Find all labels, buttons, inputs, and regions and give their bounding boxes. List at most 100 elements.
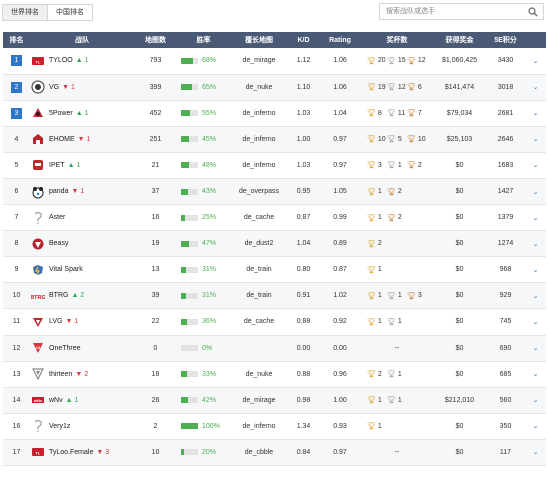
chevron-down-icon[interactable]: ⌄ — [533, 267, 539, 274]
chevron-down-icon[interactable]: ⌄ — [533, 293, 539, 300]
5power-logo[interactable] — [31, 106, 45, 120]
table-row[interactable]: 17 TL TyLoo.Female ▼ 3 10 20% de_cbble 0… — [3, 439, 546, 467]
cell-expand[interactable]: ⌄ — [525, 439, 546, 467]
col-trophies[interactable]: 奖杯数 — [361, 32, 433, 48]
table-row[interactable]: 4 EHOME ▼ 1 251 45% de_inferno 1.00 0.97… — [3, 126, 546, 153]
table-row[interactable]: 6 panda ▼ 1 37 43% de_overpass 0.95 1.05… — [3, 178, 546, 206]
table-row[interactable]: 3 5Power ▲ 1 452 55% de_inferno 1.03 1.0… — [3, 100, 546, 127]
chevron-down-icon[interactable]: ⌄ — [533, 215, 539, 222]
chevron-down-icon[interactable]: ⌄ — [533, 136, 539, 143]
cell-team[interactable]: 13 OneThree — [30, 335, 134, 362]
cell-expand[interactable]: ⌄ — [525, 361, 546, 388]
cell-expand[interactable]: ⌄ — [525, 308, 546, 336]
cell-expand[interactable]: ⌄ — [525, 204, 546, 232]
cell-expand[interactable]: ⌄ — [525, 178, 546, 206]
team-name[interactable]: VG — [49, 84, 59, 91]
chevron-down-icon[interactable]: ⌄ — [533, 397, 539, 404]
team-name[interactable]: IPET — [49, 162, 65, 169]
cell-team[interactable]: BTRG BTRG ▲ 2 — [30, 282, 134, 310]
cell-expand[interactable]: ⌄ — [525, 100, 546, 127]
cell-team[interactable]: EHOME ▼ 1 — [30, 126, 134, 153]
team-name[interactable]: 5Power — [49, 110, 73, 117]
tyloo-logo[interactable]: TL — [31, 54, 45, 68]
team-name[interactable]: Very1z — [49, 423, 70, 430]
chevron-down-icon[interactable]: ⌄ — [533, 162, 539, 169]
team-name[interactable]: Beasy — [49, 240, 68, 247]
vg-logo[interactable] — [31, 80, 45, 94]
table-row[interactable]: 8 Beasy 19 47% de_dust2 1.04 0.89 🏆︎ 2 $0… — [3, 230, 546, 258]
vitalspark-logo[interactable] — [31, 263, 45, 277]
table-row[interactable]: 7 Aster 16 25% de_cache 0.87 0.99 🏆︎ 1 🏆︎ 2… — [3, 204, 546, 232]
team-name[interactable]: OneThree — [49, 345, 81, 352]
lvg-logo[interactable] — [31, 315, 45, 329]
cell-expand[interactable]: ⌄ — [525, 387, 546, 414]
table-row[interactable]: 1 TL TYLOO ▲ 1 793 68% de_mirage 1.12 1.… — [3, 48, 546, 75]
cell-team[interactable]: Beasy — [30, 230, 134, 258]
cell-expand[interactable]: ⌄ — [525, 256, 546, 284]
col-prize[interactable]: 获得奖金 — [433, 32, 486, 48]
search-icon[interactable] — [528, 7, 538, 17]
col-kd[interactable]: K/D — [288, 32, 319, 48]
cell-team[interactable]: TL TYLOO ▲ 1 — [30, 48, 134, 75]
team-name[interactable]: Vital Spark — [49, 266, 83, 273]
tab-world-ranking[interactable]: 世界排名 — [2, 4, 48, 21]
team-name[interactable]: Aster — [49, 214, 65, 221]
team-name[interactable]: EHOME — [49, 136, 75, 143]
ipet-logo[interactable] — [31, 158, 45, 172]
chevron-down-icon[interactable]: ⌄ — [533, 345, 539, 352]
chevron-down-icon[interactable]: ⌄ — [533, 241, 539, 248]
chevron-down-icon[interactable]: ⌄ — [533, 189, 539, 196]
col-maps[interactable]: 地图数 — [134, 32, 177, 48]
table-row[interactable]: 12 13 OneThree 0 0% 0.00 0.00 -- $0 690 … — [3, 335, 546, 362]
cell-expand[interactable]: ⌄ — [525, 126, 546, 153]
table-row[interactable]: 9 Vital Spark 13 31% de_train 0.80 0.87 … — [3, 256, 546, 284]
cell-team[interactable]: TL TyLoo.Female ▼ 3 — [30, 439, 134, 467]
table-row[interactable]: 2 VG ▼ 1 399 65% de_nuke 1.10 1.06 🏆︎ 19 🏆… — [3, 74, 546, 101]
cell-team[interactable]: panda ▼ 1 — [30, 178, 134, 206]
beasy-logo[interactable] — [31, 237, 45, 251]
table-row[interactable]: 11 LVG ▼ 1 22 36% de_cache 0.88 0.92 🏆︎ 1… — [3, 308, 546, 336]
col-winrate[interactable]: 胜率 — [177, 32, 230, 48]
cell-team[interactable]: wNv wNv ▲ 1 — [30, 387, 134, 414]
cell-team[interactable]: LVG ▼ 1 — [30, 308, 134, 336]
onethree-logo[interactable]: 13 — [31, 341, 45, 355]
btrg-logo[interactable]: BTRG — [31, 289, 45, 303]
thirteen-logo[interactable] — [31, 367, 45, 381]
wnv-logo[interactable]: wNv — [31, 393, 45, 407]
tyloo-female-logo[interactable]: TL — [31, 445, 45, 459]
cell-team[interactable]: Vital Spark — [30, 256, 134, 284]
cell-expand[interactable]: ⌄ — [525, 74, 546, 101]
team-name[interactable]: thirteen — [49, 371, 72, 378]
team-name[interactable]: panda — [49, 188, 68, 195]
chevron-down-icon[interactable]: ⌄ — [533, 423, 539, 430]
table-row[interactable]: 13 thirteen ▼ 2 18 33% de_nuke 0.88 0.96… — [3, 361, 546, 388]
cell-expand[interactable]: ⌄ — [525, 230, 546, 258]
cell-team[interactable]: VG ▼ 1 — [30, 74, 134, 101]
table-row[interactable]: 10 BTRG BTRG ▲ 2 39 31% de_train 0.91 1.… — [3, 282, 546, 310]
team-name[interactable]: LVG — [49, 318, 63, 325]
cell-team[interactable]: thirteen ▼ 2 — [30, 361, 134, 388]
chevron-down-icon[interactable]: ⌄ — [533, 58, 539, 65]
very1z-logo[interactable] — [31, 419, 45, 433]
team-name[interactable]: wNv — [49, 397, 63, 404]
cell-expand[interactable]: ⌄ — [525, 152, 546, 179]
cell-team[interactable]: IPET ▲ 1 — [30, 152, 134, 179]
cell-expand[interactable]: ⌄ — [525, 413, 546, 440]
table-row[interactable]: 16 Very1z 2 100% de_inferno 1.34 0.93 🏆︎… — [3, 413, 546, 440]
chevron-down-icon[interactable]: ⌄ — [533, 110, 539, 117]
cell-expand[interactable]: ⌄ — [525, 48, 546, 75]
cell-expand[interactable]: ⌄ — [525, 282, 546, 310]
ehome-logo[interactable] — [31, 132, 45, 146]
panda-logo[interactable] — [31, 185, 45, 199]
chevron-down-icon[interactable]: ⌄ — [533, 319, 539, 326]
team-name[interactable]: BTRG — [49, 292, 68, 299]
col-rating[interactable]: Rating — [319, 32, 361, 48]
col-points[interactable]: 5E积分 — [486, 32, 525, 48]
team-name[interactable]: TyLoo.Female — [49, 449, 93, 456]
search-input[interactable] — [380, 4, 515, 19]
table-row[interactable]: 14 wNv wNv ▲ 1 26 42% de_mirage 0.98 1.0… — [3, 387, 546, 414]
tab-china-ranking[interactable]: 中国排名 — [48, 4, 93, 21]
team-name[interactable]: TYLOO — [49, 57, 73, 64]
cell-team[interactable]: Aster — [30, 204, 134, 232]
aster-logo[interactable] — [31, 211, 45, 225]
